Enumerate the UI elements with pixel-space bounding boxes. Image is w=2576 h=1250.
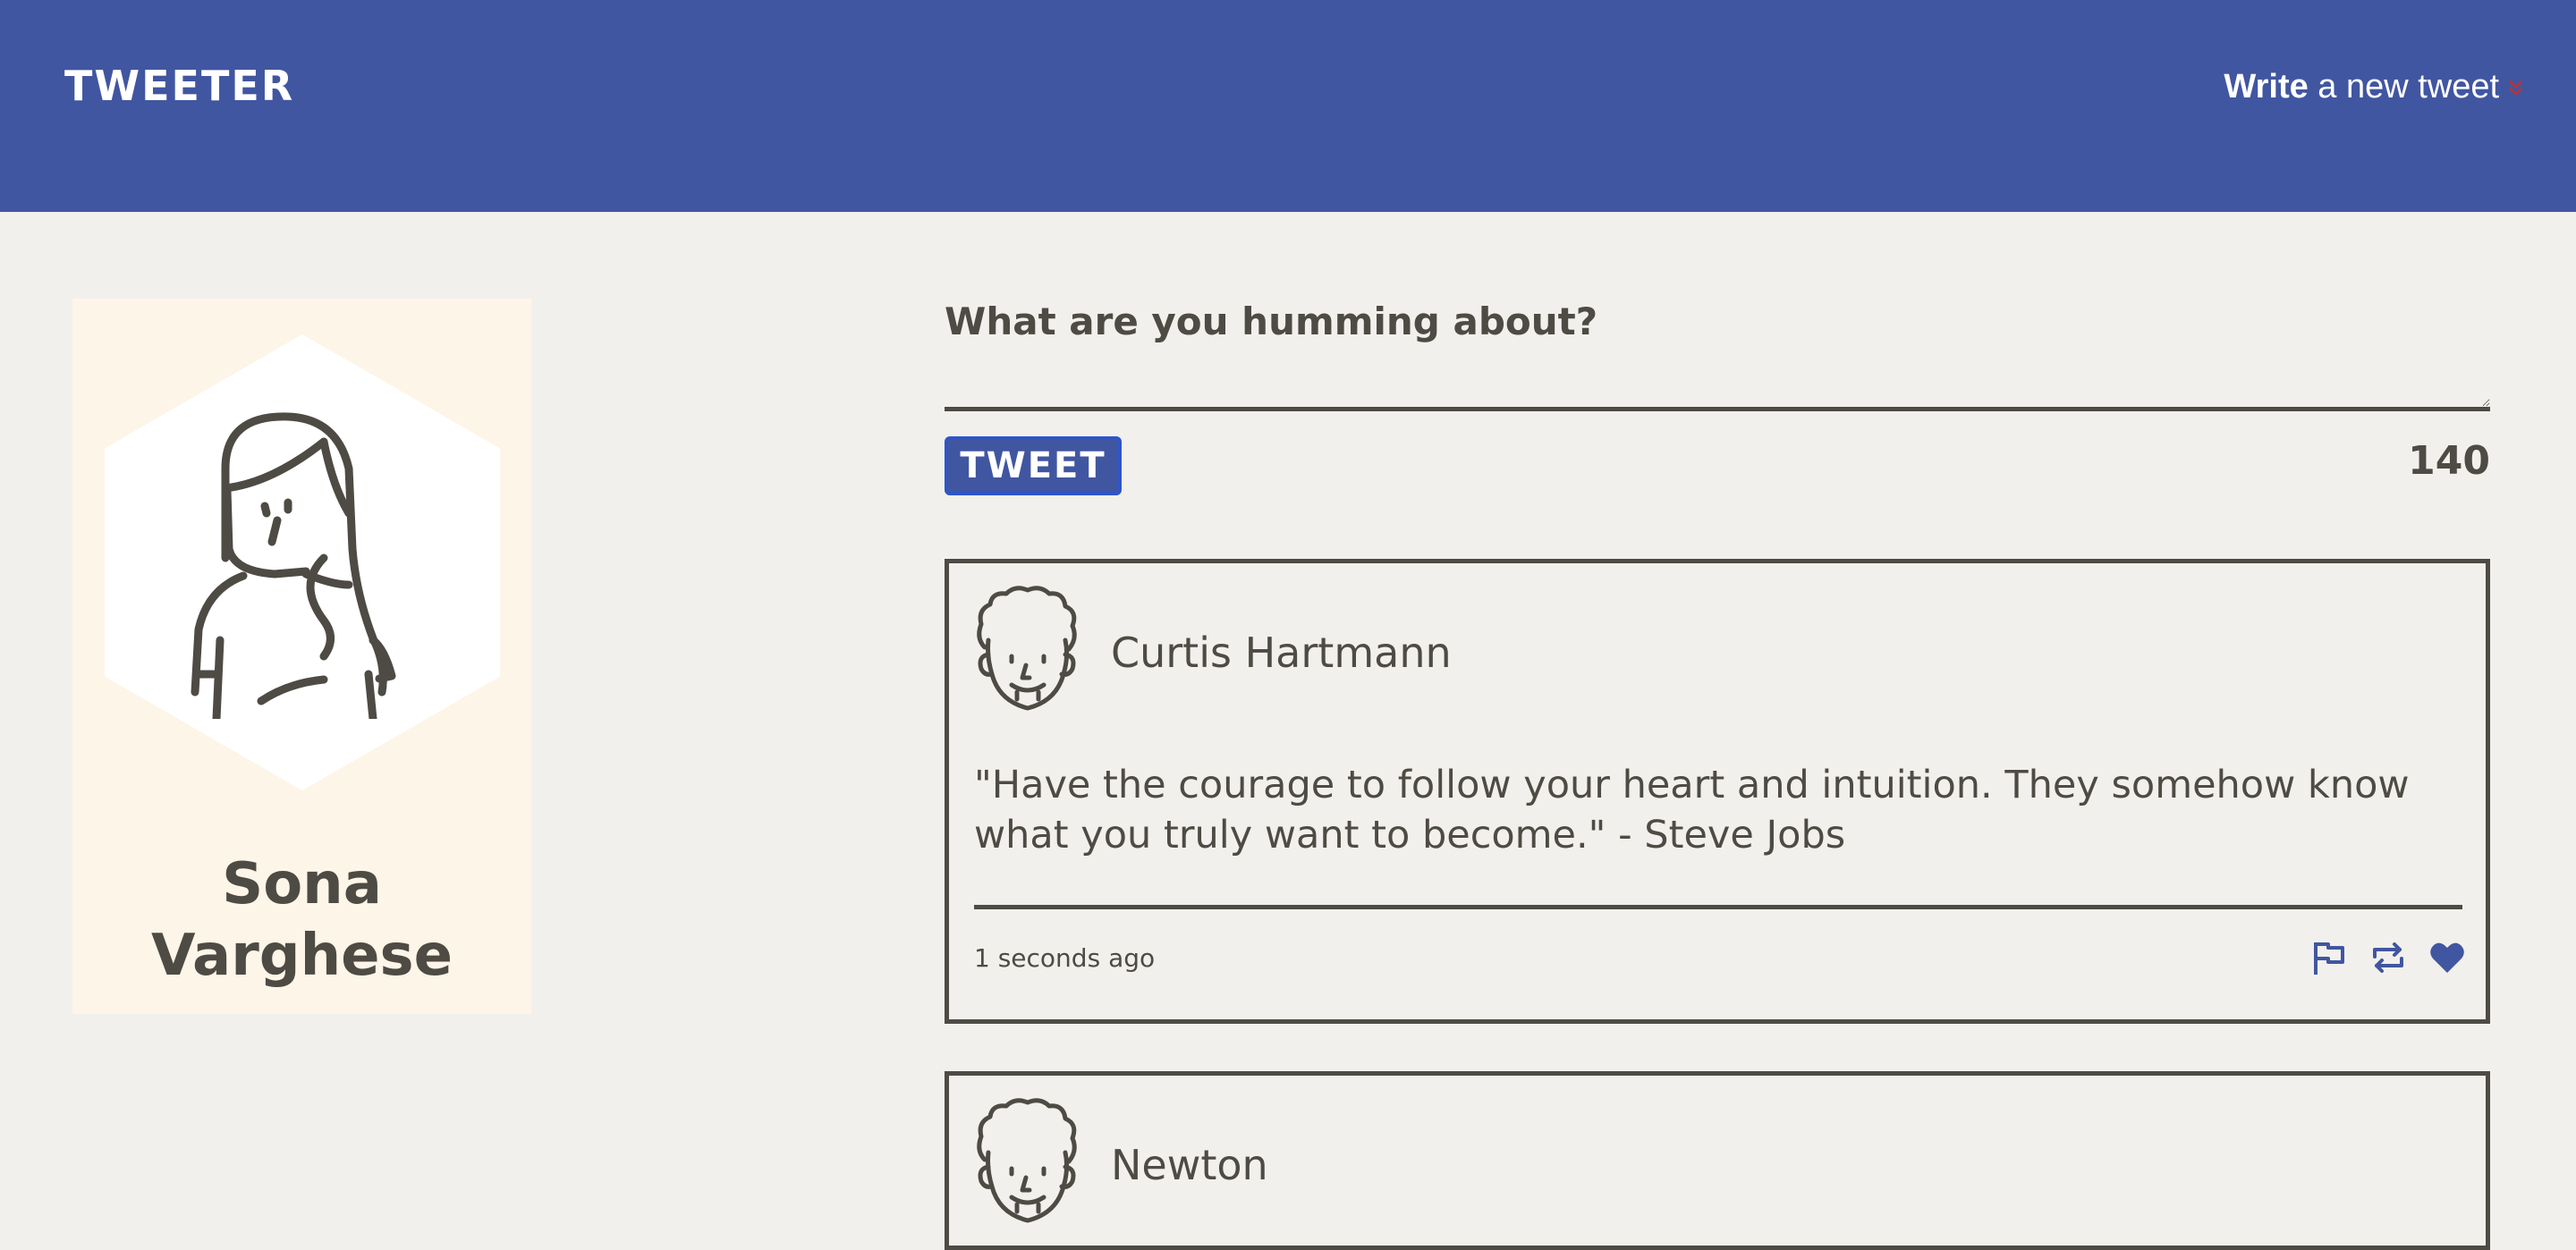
retweet-icon[interactable] (2369, 939, 2407, 976)
write-new-tweet-toggle[interactable]: Write a new tweet » (2218, 64, 2534, 109)
tweet-divider (974, 905, 2462, 909)
new-tweet-composer: What are you humming about? TWEET 140 (945, 295, 2490, 495)
tweet-card: Newton (945, 1071, 2490, 1250)
tweet-button[interactable]: TWEET (945, 436, 1122, 495)
compose-toggle-bold-text: Write (2224, 68, 2309, 106)
double-chevron-down-icon[interactable]: » (2500, 80, 2534, 97)
tweet-textarea[interactable] (945, 367, 2490, 411)
tweet-author[interactable]: Curtis Hartmann (1111, 626, 1452, 680)
flag-icon[interactable] (2310, 939, 2348, 976)
character-counter: 140 (2408, 438, 2490, 484)
tweet-text: "Have the courage to follow your heart a… (974, 763, 2410, 857)
profile-name: Sona Varghese (150, 851, 453, 989)
curly-hair-man-avatar-icon (977, 586, 1077, 711)
user-profile-card: Sona Varghese (72, 299, 531, 1014)
tweet-actions (2310, 939, 2466, 976)
brand-logo[interactable]: TWEETER (64, 61, 294, 111)
composer-label: What are you humming about? (945, 300, 1598, 343)
heart-icon[interactable] (2428, 939, 2466, 976)
woman-avatar-icon (191, 412, 396, 719)
top-navbar: TWEETER Write a new tweet » (0, 0, 2576, 212)
avatar-hexagon (105, 334, 500, 790)
tweet-card: Curtis Hartmann "Have the courage to fol… (945, 559, 2490, 1024)
compose-toggle-text: a new tweet (2308, 68, 2500, 106)
tweet-timestamp: 1 seconds ago (974, 943, 1156, 973)
tweet-author[interactable]: Newton (1111, 1138, 1268, 1192)
curly-hair-man-avatar-icon (977, 1098, 1077, 1223)
